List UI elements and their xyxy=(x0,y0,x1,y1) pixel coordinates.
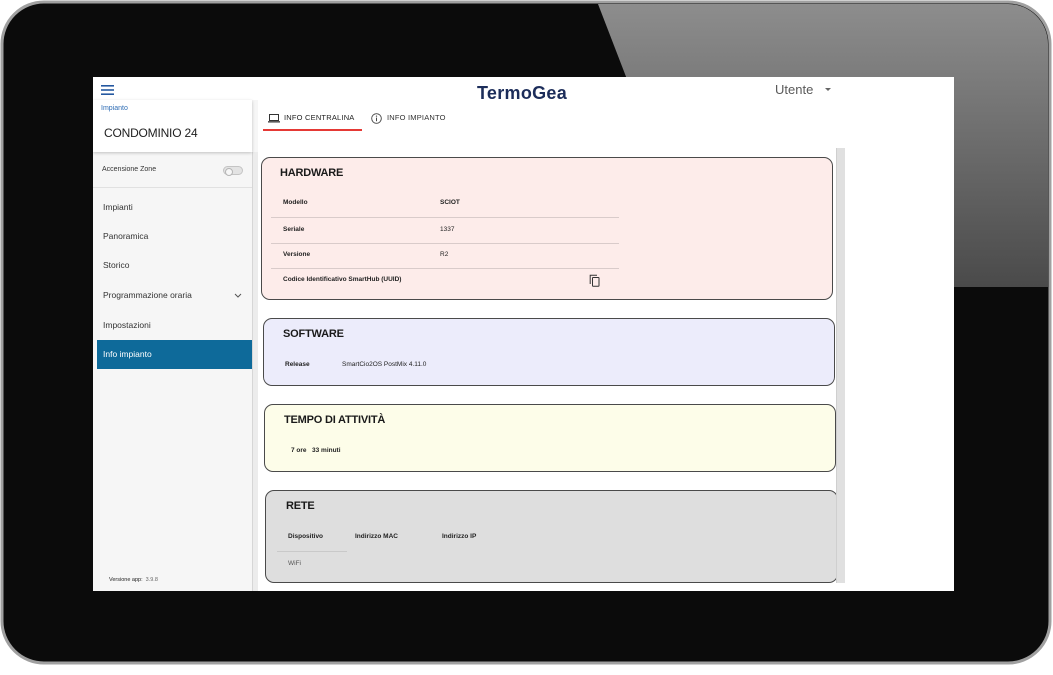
menu-icon[interactable] xyxy=(101,85,114,95)
dropdown-caret-icon xyxy=(825,88,831,91)
column-header-mac: Indirizzo MAC xyxy=(355,533,398,540)
network-device: WiFi xyxy=(288,560,301,567)
hardware-value: SCIOT xyxy=(440,199,460,206)
uptime-title: TEMPO DI ATTIVITÀ xyxy=(284,414,386,426)
row-divider xyxy=(271,243,619,244)
hardware-label: Versione xyxy=(283,251,311,258)
hardware-title: HARDWARE xyxy=(280,167,344,179)
app-version-label: Versione app: xyxy=(109,577,143,583)
user-menu[interactable]: Utente xyxy=(775,81,831,99)
row-divider xyxy=(277,551,347,552)
sidebar-item-label: Panoramica xyxy=(103,231,149,241)
network-card: RETE Dispositivo Indirizzo MAC Indirizzo… xyxy=(265,490,838,583)
chevron-down-icon xyxy=(234,293,242,298)
plant-name: CONDOMINIO 24 xyxy=(104,126,198,140)
sidebar-item-label: Info impianto xyxy=(103,349,152,359)
uptime-hours: 7 ore xyxy=(291,447,307,454)
network-title: RETE xyxy=(286,500,315,512)
sidebar: Impianto CONDOMINIO 24 Accensione Zone I… xyxy=(93,100,258,591)
hardware-card: HARDWARE Modello SCIOT Seriale 1337 Vers… xyxy=(261,157,833,300)
sidebar-divider xyxy=(93,187,252,188)
plant-header[interactable]: Impianto CONDOMINIO 24 xyxy=(93,100,252,152)
sidebar-item-label: Impianti xyxy=(103,202,133,212)
sidebar-item-impostazioni[interactable]: Impostazioni xyxy=(97,311,254,340)
sidebar-item-info-impianto[interactable]: Info impianto xyxy=(97,340,254,369)
hardware-label: Codice Identificativo SmartHub (UUID) xyxy=(283,276,402,283)
app-logo: TermoGea xyxy=(476,83,568,103)
laptop-icon xyxy=(268,114,280,123)
tab-info-impianto[interactable]: INFO IMPIANTO xyxy=(369,108,453,130)
software-title: SOFTWARE xyxy=(283,328,344,340)
sidebar-scrollbar[interactable] xyxy=(252,152,258,591)
copy-icon[interactable] xyxy=(589,274,600,287)
sidebar-item-panoramica[interactable]: Panoramica xyxy=(97,222,254,251)
tab-info-centralina[interactable]: INFO CENTRALINA xyxy=(263,108,362,131)
sidebar-item-storico[interactable]: Storico xyxy=(97,251,254,280)
hardware-value: 1337 xyxy=(440,226,455,233)
release-value: SmartCio2OS PostMix 4.11.0 xyxy=(342,361,427,368)
user-name: Utente xyxy=(775,82,814,97)
tab-label: INFO IMPIANTO xyxy=(387,113,446,122)
content-scrollbar[interactable] xyxy=(836,148,845,583)
active-tab-indicator xyxy=(263,129,362,131)
column-header-device: Dispositivo xyxy=(288,533,324,540)
sidebar-item-label: Programmazione oraria xyxy=(103,290,192,300)
plant-label: Impianto xyxy=(101,105,128,112)
zones-toggle-label: Accensione Zone xyxy=(102,166,157,173)
software-card: SOFTWARE Release SmartCio2OS PostMix 4.1… xyxy=(263,318,835,386)
toggle-knob xyxy=(225,167,233,176)
app-version: Versione app: 3.9.8 xyxy=(109,576,158,584)
sidebar-item-label: Impostazioni xyxy=(103,320,151,330)
uptime-minutes: 33 minuti xyxy=(312,447,341,454)
hardware-label: Modello xyxy=(283,199,308,206)
hardware-value: R2 xyxy=(440,251,449,258)
info-icon xyxy=(371,113,382,124)
release-label: Release xyxy=(285,361,310,368)
sidebar-item-impianti[interactable]: Impianti xyxy=(97,193,254,222)
row-divider xyxy=(271,268,619,269)
hardware-label: Seriale xyxy=(283,226,305,233)
zones-toggle-row: Accensione Zone xyxy=(93,161,252,179)
uptime-card: TEMPO DI ATTIVITÀ 7 ore 33 minuti xyxy=(264,404,836,472)
sidebar-item-label: Storico xyxy=(103,260,130,270)
column-header-ip: Indirizzo IP xyxy=(442,533,477,540)
tab-label: INFO CENTRALINA xyxy=(284,113,355,122)
sidebar-item-programmazione-oraria[interactable]: Programmazione oraria xyxy=(97,281,254,310)
row-divider xyxy=(271,217,619,218)
zones-toggle[interactable] xyxy=(223,166,243,176)
app-screen: TermoGea Utente Impianto CONDOMINIO 24 A… xyxy=(93,77,954,591)
app-version-number: 3.9.8 xyxy=(145,577,158,583)
